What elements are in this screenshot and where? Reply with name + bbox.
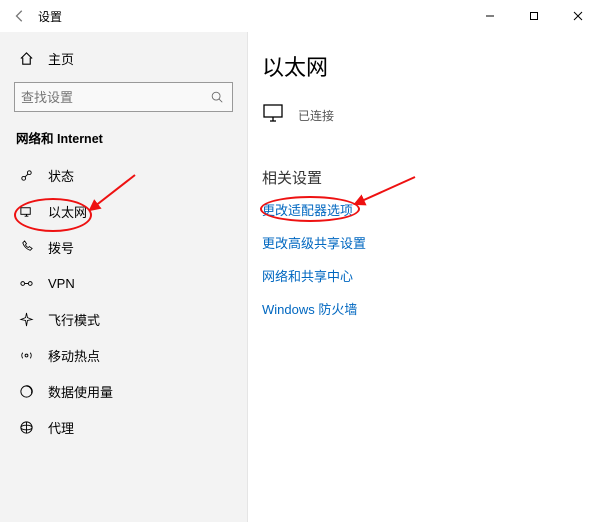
window-title: 设置 [38,8,62,25]
sidebar-item-airplane[interactable]: 飞行模式 [0,301,247,337]
content-pane: 以太网 已连接 相关设置 更改适配器选项 更改高级共享设置 网络和共享中心 Wi… [248,32,600,522]
sidebar: 主页 网络和 Internet 状态 以太网 拨号 [0,32,248,522]
sidebar-item-label: 状态 [48,166,74,185]
sidebar-item-ethernet[interactable]: 以太网 [0,193,247,229]
link-advanced-sharing[interactable]: 更改高级共享设置 [262,233,588,252]
network-connection-block[interactable]: 已连接 [262,102,588,129]
sidebar-item-vpn[interactable]: VPN [0,265,247,301]
hotspot-icon [18,348,34,363]
home-icon [18,51,34,66]
sidebar-item-label: 拨号 [48,238,74,257]
datausage-icon [18,384,34,399]
dialup-icon [18,240,34,255]
sidebar-item-label: 以太网 [48,202,87,221]
link-firewall[interactable]: Windows 防火墙 [262,299,588,318]
related-heading: 相关设置 [262,167,588,188]
sidebar-item-label: 移动热点 [48,346,100,365]
sidebar-home[interactable]: 主页 [0,40,247,76]
airplane-icon [18,312,34,327]
sidebar-item-hotspot[interactable]: 移动热点 [0,337,247,373]
sidebar-section-header: 网络和 Internet [0,124,247,157]
sidebar-item-label: 数据使用量 [48,382,113,401]
sidebar-item-datausage[interactable]: 数据使用量 [0,373,247,409]
monitor-icon [262,102,288,129]
search-icon [208,90,226,104]
related-settings: 相关设置 更改适配器选项 更改高级共享设置 网络和共享中心 Windows 防火… [262,167,588,318]
minimize-button[interactable] [468,2,512,30]
maximize-button[interactable] [512,2,556,30]
status-icon [18,168,34,183]
sidebar-item-label: 代理 [48,418,74,437]
link-network-center[interactable]: 网络和共享中心 [262,266,588,285]
sidebar-home-label: 主页 [48,49,74,68]
proxy-icon [18,420,34,435]
vpn-icon [18,276,34,291]
sidebar-item-status[interactable]: 状态 [0,157,247,193]
page-title: 以太网 [262,50,588,82]
search-box[interactable] [14,82,233,112]
close-button[interactable] [556,2,600,30]
search-input[interactable] [21,90,208,105]
sidebar-item-proxy[interactable]: 代理 [0,409,247,445]
back-icon[interactable] [10,9,30,23]
sidebar-item-dialup[interactable]: 拨号 [0,229,247,265]
sidebar-item-label: VPN [48,276,75,291]
window-controls [468,2,600,30]
connection-status: 已连接 [298,107,334,124]
titlebar: 设置 [0,0,600,32]
link-adapter-options[interactable]: 更改适配器选项 [262,200,588,219]
sidebar-item-label: 飞行模式 [48,310,100,329]
ethernet-icon [18,204,34,219]
